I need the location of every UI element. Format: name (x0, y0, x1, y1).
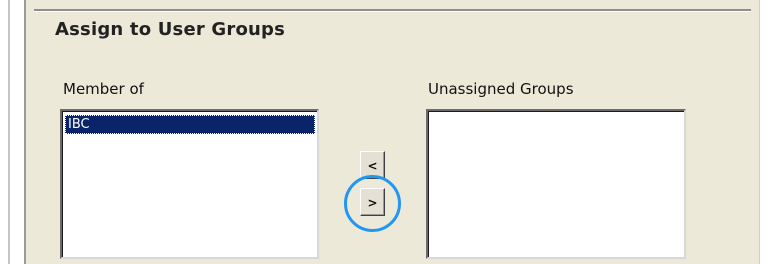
outer-border (8, 0, 10, 264)
list-item-ibc[interactable]: IBC (65, 115, 315, 134)
dialog-frame: Assign to User Groups Member of Unassign… (0, 0, 782, 264)
section-divider (34, 9, 751, 12)
move-to-member-button[interactable]: < (360, 151, 385, 179)
move-to-unassigned-button[interactable]: > (360, 188, 385, 216)
unassigned-groups-label: Unassigned Groups (428, 80, 574, 98)
member-of-listbox[interactable]: IBC (60, 109, 319, 259)
unassigned-groups-listbox[interactable] (426, 109, 686, 259)
section-title: Assign to User Groups (55, 19, 286, 40)
member-of-label: Member of (63, 80, 144, 98)
